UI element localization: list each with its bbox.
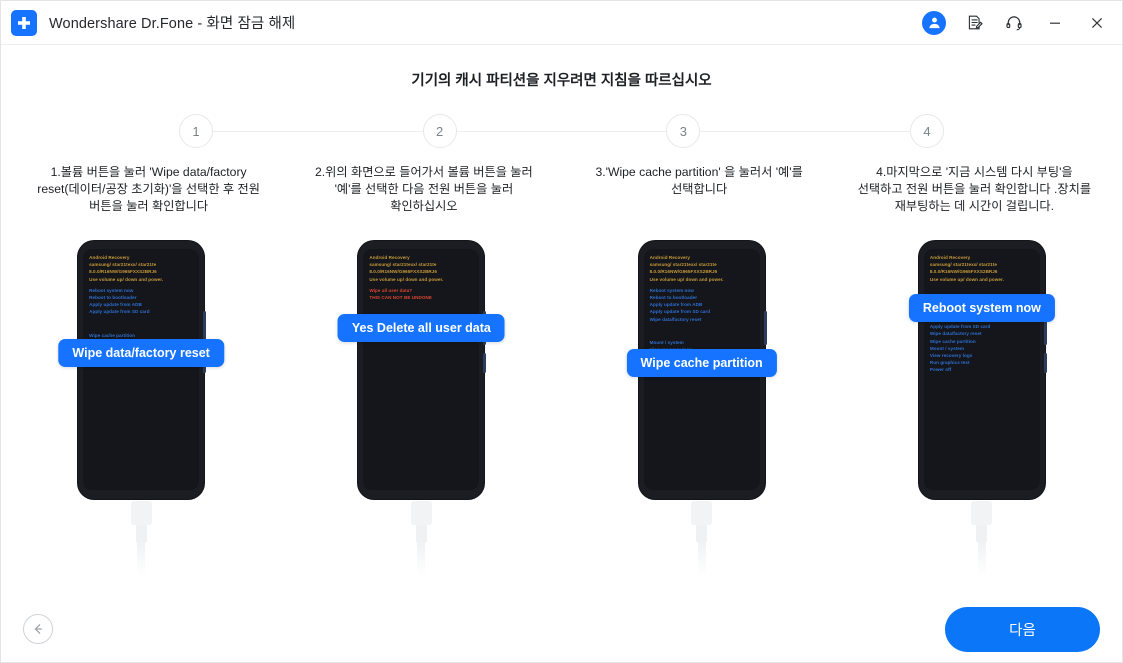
- step-circle-1: 1: [179, 114, 213, 148]
- stepper: 1 2 3 4: [179, 110, 944, 152]
- recovery-menu-item-bottom-3[interactable]: Apply update from SD card: [930, 323, 1034, 330]
- phone-step-3-device: Android Recovery samsung/ star21texx/ sta…: [626, 241, 777, 499]
- phone-step-4-device: Android Recovery samsung/ star21texx/ sta…: [908, 241, 1055, 499]
- phone-step-2-device: Android Recovery samsung/ star21texx/ sta…: [337, 241, 505, 499]
- back-button[interactable]: [23, 614, 53, 644]
- phone-step-2: Android Recovery samsung/ star21texx/ sta…: [281, 241, 561, 577]
- recovery-header-line-1: Android Recovery: [929, 255, 971, 260]
- dr-fone-cross-logo-icon: [11, 9, 37, 36]
- phone-step-1-device: Android Recovery samsung/ star21texx/ sta…: [58, 241, 224, 499]
- recovery-menu-item-bottom-8[interactable]: Run graphics test: [930, 359, 1034, 366]
- recovery-menu-item-top-3[interactable]: Apply update from ADB: [89, 301, 193, 308]
- plug-neck-part: [976, 524, 988, 543]
- recovery-header-line-2: samsung/ star21texx/ star21te: [89, 262, 157, 268]
- recovery-header-line-1: Android Recovery: [369, 255, 410, 260]
- recovery-menu-item-top-3[interactable]: Apply update from ADB: [650, 301, 754, 308]
- recovery-header-line-3: 8.0.0/R16NW/G965FXXS2BRJ6: [89, 269, 157, 275]
- minimize-icon[interactable]: [1042, 10, 1068, 36]
- phone-step-4: Android Recovery samsung/ star21texx/ sta…: [842, 241, 1122, 577]
- recovery-header-line-4: Use volume up/ down and power.: [89, 276, 164, 282]
- main-content: 기기의 캐시 파티션을 지우려면 지침을 따르십시오 1 2 3 4 1.볼륨 …: [1, 45, 1122, 662]
- recovery-menu-item-bottom-9[interactable]: Power off: [930, 366, 1034, 373]
- recovery-warning-line-2: THIS CAN NOT BE UNDONE: [369, 295, 432, 301]
- plug-cord-part: [417, 542, 426, 577]
- phone-step-2-selected-option[interactable]: Yes Delete all user data: [337, 314, 505, 342]
- recovery-header-line-2: samsung/ star21texx/ star21te: [649, 262, 717, 268]
- phone-step-3-selected-option[interactable]: Wipe cache partition: [626, 349, 777, 377]
- recovery-menu-item-top-4[interactable]: Apply update from SD card: [89, 308, 193, 315]
- recovery-menu-item-top-5[interactable]: Wipe data/factory reset: [650, 316, 754, 323]
- recovery-header-line-3: 8.0.0/R16NW/G965FXXS2BRJ6: [929, 269, 998, 275]
- recovery-header-line-1: Android Recovery: [89, 255, 130, 260]
- recovery-menu-item-top-1[interactable]: Reboot system now: [650, 287, 754, 294]
- recovery-menu-item-bottom-1[interactable]: Mount / system: [650, 339, 754, 346]
- recovery-header-line-4: Use volume up/ down and power.: [369, 276, 444, 282]
- title-bar: Wondershare Dr.Fone - 화면 잠금 해제: [1, 1, 1122, 45]
- usb-cable: [919, 499, 1045, 577]
- recovery-warning-line-1: Wipe all user data?: [369, 287, 413, 293]
- plug-cord-part: [697, 542, 706, 577]
- footer-bar: 다음: [1, 596, 1122, 662]
- recovery-menu-item-bottom-5[interactable]: Wipe cache partition: [930, 338, 1034, 345]
- usb-cable: [78, 499, 204, 577]
- app-window: Wondershare Dr.Fone - 화면 잠금 해제 기기의 캐시 파티…: [0, 0, 1123, 663]
- step-caption-3: 3.'Wipe cache partition' 을 눌러서 '예'를 선택합니…: [595, 165, 803, 196]
- phone-step-1: Android Recovery samsung/ star21texx/ sta…: [1, 241, 281, 577]
- recovery-header-line-4: Use volume up/ down and power.: [929, 276, 1004, 282]
- recovery-menu-item-top-2[interactable]: Reboot to bootloader: [650, 294, 754, 301]
- app-title: Wondershare Dr.Fone - 화면 잠금 해제: [49, 16, 296, 32]
- step-caption-4: 4.마지막으로 '지금 시스템 다시 부팅'을 선택하고 전원 버튼을 눌러 확…: [857, 165, 1092, 213]
- recovery-menu-item-bottom-6[interactable]: Mount / system: [930, 345, 1034, 352]
- next-button[interactable]: 다음: [945, 606, 1100, 652]
- phone-step-1-screen: Android Recovery samsung/ star21texx/ sta…: [83, 249, 200, 490]
- recovery-menu-item-bottom-7[interactable]: View recovery logs: [930, 352, 1034, 359]
- notes-icon[interactable]: [962, 11, 986, 35]
- plug-neck-part: [415, 524, 427, 543]
- recovery-header-line-3: 8.0.0/R16NW/G965FXXS2BRJ6: [649, 269, 718, 275]
- plug-neck-part: [696, 524, 708, 543]
- phone-step-3: Android Recovery samsung/ star21texx/ sta…: [562, 241, 842, 577]
- recovery-menu-item-top-2[interactable]: Reboot to bootloader: [89, 294, 193, 301]
- account-avatar-icon[interactable]: [922, 10, 946, 35]
- plug-head-part: [410, 501, 432, 525]
- phone-step-2-screen: Android Recovery samsung/ star21texx/ sta…: [363, 249, 480, 490]
- recovery-menu-item-top-1[interactable]: Reboot system now: [89, 287, 193, 294]
- close-icon[interactable]: [1084, 10, 1110, 36]
- recovery-menu-item-top-4[interactable]: Apply update from SD card: [650, 308, 754, 315]
- phone-power-button: [483, 353, 487, 373]
- step-captions: 1.볼륨 버튼을 눌러 'Wipe data/factory reset(데이터…: [11, 164, 1112, 215]
- usb-cable: [639, 499, 765, 577]
- step-circle-3: 3: [666, 114, 701, 148]
- recovery-header-line-4: Use volume up/ down and power.: [649, 276, 724, 282]
- plug-cord-part: [977, 542, 986, 577]
- plug-head-part: [130, 501, 152, 525]
- phone-step-4-screen: Android Recovery samsung/ star21texx/ sta…: [923, 249, 1040, 490]
- phone-volume-button: [763, 311, 767, 345]
- page-title: 기기의 캐시 파티션을 지우려면 지침을 따르십시오: [411, 73, 712, 89]
- recovery-menu-item-bottom-4[interactable]: Wipe data/factory reset: [930, 330, 1034, 337]
- usb-cable: [358, 499, 484, 577]
- phone-illustrations: Android Recovery samsung/ star21texx/ sta…: [1, 241, 1122, 577]
- recovery-header-line-2: samsung/ star21texx/ star21te: [929, 262, 997, 268]
- plug-cord-part: [137, 542, 146, 577]
- titlebar-actions: [922, 10, 1110, 36]
- plug-neck-part: [135, 524, 147, 543]
- phone-step-1-selected-option[interactable]: Wipe data/factory reset: [58, 339, 224, 367]
- step-circle-4: 4: [909, 114, 944, 148]
- recovery-header-line-3: 8.0.0/R16NW/G965FXXS2BRJ6: [369, 269, 438, 275]
- headset-support-icon[interactable]: [1002, 11, 1026, 35]
- plug-head-part: [971, 501, 993, 525]
- phone-step-4-selected-option[interactable]: Reboot system now: [908, 294, 1055, 322]
- plug-head-part: [691, 501, 713, 525]
- step-circle-2: 2: [422, 114, 457, 148]
- phone-power-button: [1043, 353, 1047, 373]
- step-caption-1: 1.볼륨 버튼을 눌러 'Wipe data/factory reset(데이터…: [37, 165, 260, 213]
- step-caption-2: 2.위의 화면으로 들어가서 볼륨 버튼을 눌러 '예'를 선택한 다음 전원 …: [315, 165, 533, 213]
- recovery-header-line-1: Android Recovery: [649, 255, 690, 260]
- recovery-menu-item-bottom-1[interactable]: Wipe cache partition: [89, 332, 193, 339]
- recovery-header-line-2: samsung/ star21texx/ star21te: [369, 262, 437, 268]
